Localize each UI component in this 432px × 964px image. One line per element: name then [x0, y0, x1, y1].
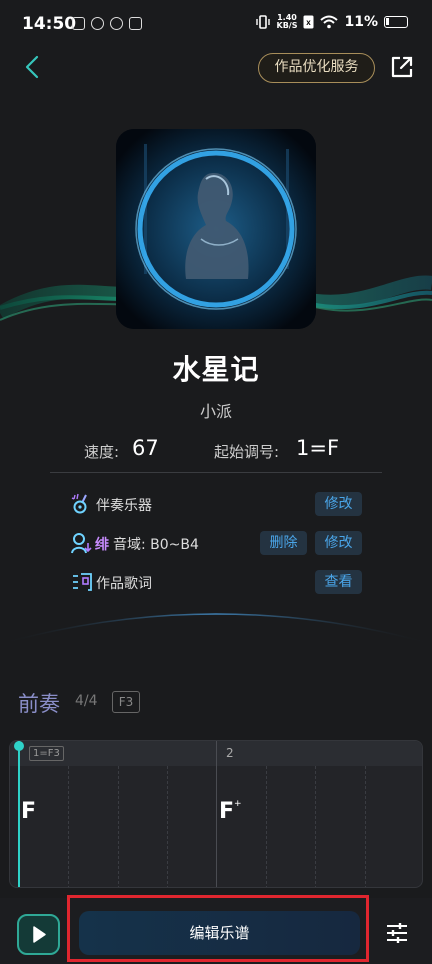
lyrics-view-button[interactable]: 查看: [315, 570, 362, 594]
beat-line: [68, 766, 69, 887]
voice-range-marker: 绯: [95, 537, 109, 553]
song-artist: 小派: [199, 402, 232, 421]
notification-icon: [91, 17, 104, 30]
accompaniment-edit-button[interactable]: 修改: [315, 492, 362, 516]
notification-icon: [129, 17, 142, 30]
album-cover: [116, 129, 316, 329]
share-icon[interactable]: [388, 53, 416, 81]
back-icon[interactable]: [18, 52, 48, 82]
optimization-service-button[interactable]: 作品优化服务: [258, 53, 375, 83]
beat-line: [266, 766, 267, 887]
key-value: 1=F: [296, 436, 340, 460]
accompaniment-row: 伴奏乐器 修改: [70, 492, 370, 516]
vibrate-icon: [255, 15, 270, 29]
highlight-box: [67, 895, 369, 962]
voice-range-delete-button[interactable]: 删除: [260, 531, 307, 555]
voice-range-row: 绯 音域: B0~B4 删除 修改: [70, 531, 370, 555]
adjust-icon[interactable]: [384, 920, 410, 946]
song-title: 水星记: [172, 353, 260, 386]
status-right: 1.40 KB/S x 11%: [255, 13, 408, 30]
chord-symbol[interactable]: F+: [219, 799, 242, 824]
beat-line: [315, 766, 316, 887]
score-key-marker: 1=F3: [29, 746, 64, 761]
playhead-handle[interactable]: [14, 741, 24, 751]
lyrics-row: 作品歌词 查看: [70, 570, 370, 594]
beat-line: [167, 766, 168, 887]
divider: [50, 472, 382, 473]
lyrics-label: 作品歌词: [96, 576, 152, 592]
decorative-arc: [0, 613, 432, 645]
svg-text:x: x: [307, 18, 312, 27]
battery-percent: 11%: [344, 14, 378, 30]
voice-range-edit-button[interactable]: 修改: [315, 531, 362, 555]
bar-line: [216, 741, 217, 887]
section-time-signature: 4/4: [75, 693, 98, 709]
beat-line: [118, 766, 119, 887]
status-bar: 14:50 1.40 KB/S x 11%: [0, 0, 432, 50]
status-time: 14:50: [22, 14, 77, 34]
notification-icon: [110, 17, 123, 30]
notification-icons: [72, 17, 142, 30]
tempo-value: 67: [132, 436, 159, 460]
section-key-tag[interactable]: F3: [112, 691, 140, 713]
chord-symbol[interactable]: F: [21, 799, 36, 824]
notification-icon: [72, 17, 85, 30]
net-speed: 1.40 KB/S: [276, 13, 298, 30]
cover-art-image: [116, 129, 316, 329]
sim-icon: x: [303, 15, 314, 29]
play-icon: [33, 926, 46, 943]
measure-number: 2: [226, 746, 234, 760]
play-button[interactable]: [17, 914, 60, 955]
beat-line: [365, 766, 366, 887]
song-meta: 速度: 67 起始调号: 1=F: [0, 436, 432, 464]
score-editor[interactable]: 1=F3 2 F F+: [9, 740, 423, 888]
section-title: 前奏: [18, 692, 60, 716]
voice-range-icon: [71, 533, 92, 554]
accompaniment-label: 伴奏乐器: [96, 498, 152, 514]
key-label: 起始调号:: [214, 443, 280, 461]
lyrics-icon: [73, 573, 92, 591]
playhead[interactable]: [18, 741, 20, 887]
voice-range-label: 音域: B0~B4: [113, 537, 199, 553]
battery-icon: [384, 16, 408, 28]
wifi-icon: [320, 15, 339, 29]
guitar-icon: [71, 493, 87, 514]
tempo-label: 速度:: [84, 443, 120, 461]
